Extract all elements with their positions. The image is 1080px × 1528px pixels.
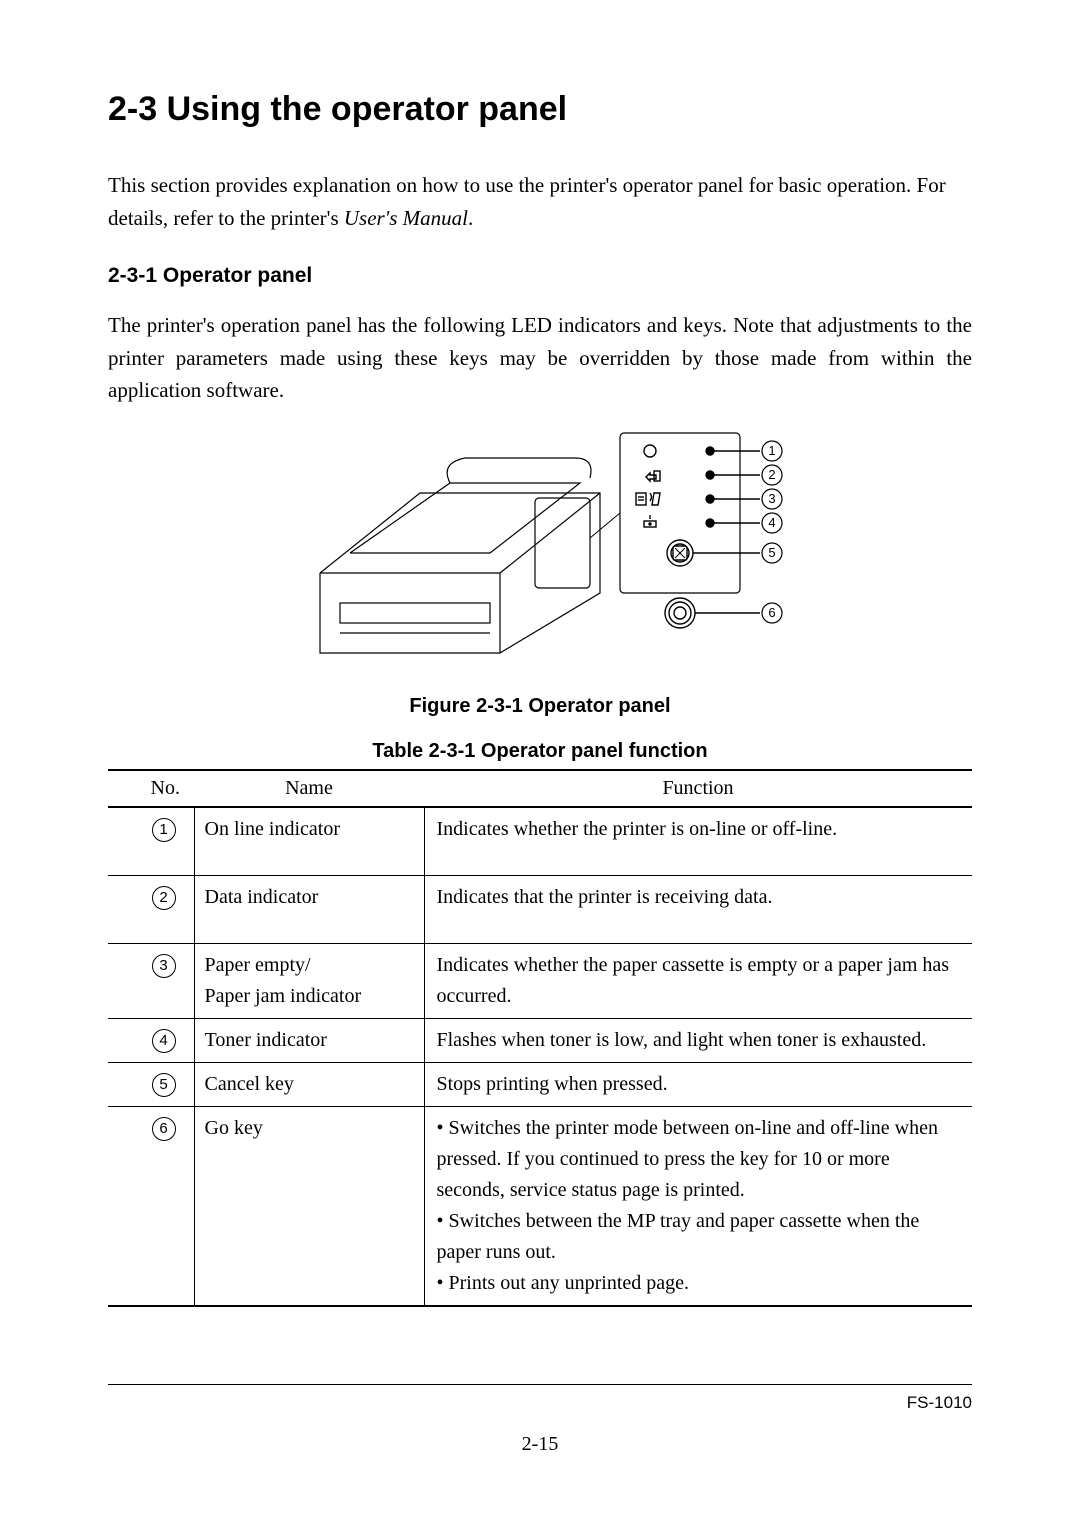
row-num: 1 xyxy=(152,818,176,842)
page-container: 2-3 Using the operator panel This sectio… xyxy=(0,0,1080,1528)
callout-5: 5 xyxy=(768,545,775,560)
th-name: Name xyxy=(194,770,424,807)
intro-paragraph: This section provides explanation on how… xyxy=(108,169,972,234)
callout-6: 6 xyxy=(768,605,775,620)
table-row: 4 Toner indicator Flashes when toner is … xyxy=(108,1018,972,1062)
row-fn: Stops printing when pressed. xyxy=(424,1062,972,1106)
figure-operator-panel: 1 2 3 4 5 6 xyxy=(108,423,972,683)
row-name: Go key xyxy=(194,1106,424,1306)
table-caption: Table 2-3-1 Operator panel function xyxy=(108,740,972,763)
callout-1: 1 xyxy=(768,443,775,458)
figure-caption: Figure 2-3-1 Operator panel xyxy=(108,695,972,718)
row-num: 4 xyxy=(152,1029,176,1053)
callout-4: 4 xyxy=(768,515,775,530)
section-heading: 2-3 Using the operator panel xyxy=(108,90,972,129)
operator-panel-function-table: No. Name Function 1 On line indicator In… xyxy=(108,769,972,1307)
row-name: Data indicator xyxy=(194,875,424,943)
table-row: 2 Data indicator Indicates that the prin… xyxy=(108,875,972,943)
row-fn: Indicates whether the paper cassette is … xyxy=(424,943,972,1018)
page-number: 2-15 xyxy=(108,1433,972,1456)
table-row: 3 Paper empty/ Paper jam indicator Indic… xyxy=(108,943,972,1018)
row-name: Cancel key xyxy=(194,1062,424,1106)
row-name: Toner indicator xyxy=(194,1018,424,1062)
table-row: 1 On line indicator Indicates whether th… xyxy=(108,807,972,876)
intro-em: User's Manual xyxy=(344,206,468,230)
th-function: Function xyxy=(424,770,972,807)
row-fn: Switches the printer mode between on-lin… xyxy=(424,1106,972,1306)
row-name: Paper empty/ Paper jam indicator xyxy=(194,943,424,1018)
printer-illustration: 1 2 3 4 5 6 xyxy=(290,423,790,683)
table-row: 6 Go key Switches the printer mode betwe… xyxy=(108,1106,972,1306)
row6-bullet1: Switches the printer mode between on-lin… xyxy=(437,1113,963,1206)
row6-bullet3: Prints out any unprinted page. xyxy=(437,1268,963,1299)
row-name: On line indicator xyxy=(194,807,424,876)
row-num: 3 xyxy=(152,954,176,978)
row-fn: Indicates that the printer is receiving … xyxy=(424,875,972,943)
callout-3: 3 xyxy=(768,491,775,506)
row-num: 2 xyxy=(152,886,176,910)
subsection-intro: The printer's operation panel has the fo… xyxy=(108,309,972,407)
row6-bullet2: Switches between the MP tray and paper c… xyxy=(437,1206,963,1268)
row-num: 5 xyxy=(152,1073,176,1097)
doc-id: FS-1010 xyxy=(108,1393,972,1413)
intro-tail: . xyxy=(468,206,473,230)
row-fn: Indicates whether the printer is on-line… xyxy=(424,807,972,876)
th-no: No. xyxy=(108,770,194,807)
page-footer: FS-1010 2-15 xyxy=(108,1368,972,1456)
callout-2: 2 xyxy=(768,467,775,482)
table-row: 5 Cancel key Stops printing when pressed… xyxy=(108,1062,972,1106)
footer-rule xyxy=(108,1384,972,1385)
row-fn: Flashes when toner is low, and light whe… xyxy=(424,1018,972,1062)
intro-text: This section provides explanation on how… xyxy=(108,173,946,230)
row-num: 6 xyxy=(152,1117,176,1141)
subsection-heading: 2-3-1 Operator panel xyxy=(108,264,972,288)
